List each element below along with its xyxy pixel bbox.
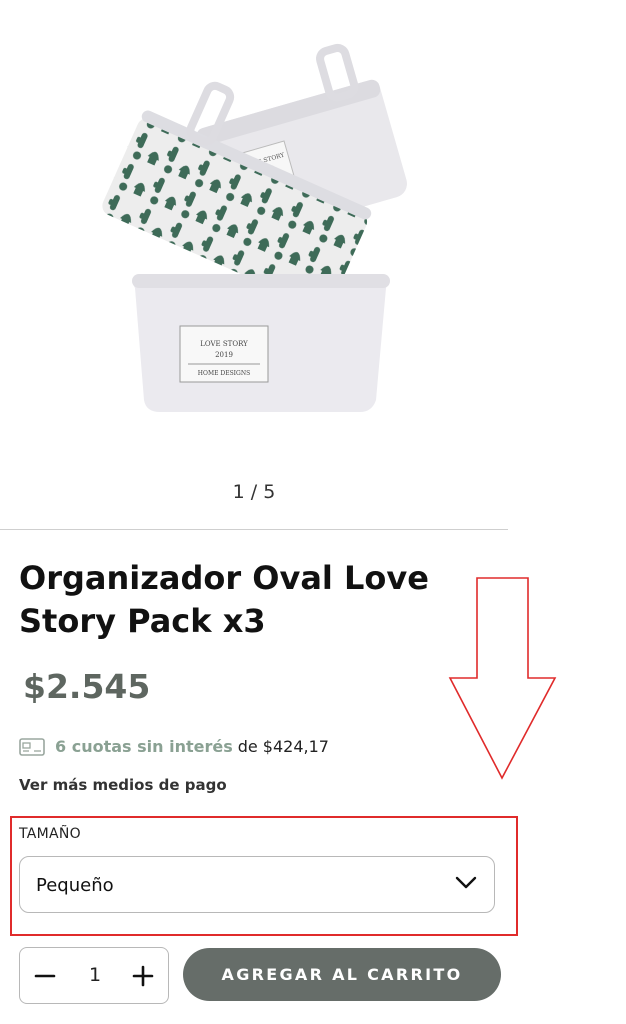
product-gallery[interactable]: LOVE STORY 2019 LOVE STORY 2019 HOME DES… <box>0 0 508 530</box>
gallery-divider <box>0 529 508 530</box>
product-title: Organizador Oval Love Story Pack x3 <box>19 559 429 640</box>
front-label-line2: 2019 <box>215 351 233 359</box>
front-label-line1: LOVE STORY <box>200 340 248 348</box>
installments-amount: de $424,17 <box>237 737 329 756</box>
installments-info: 6 cuotas sin interés de $424,17 <box>19 737 329 756</box>
size-label: TAMAÑO <box>19 826 81 842</box>
size-selected-value: Pequeño <box>36 875 114 896</box>
plus-icon[interactable] <box>132 965 154 987</box>
size-select[interactable]: Pequeño <box>19 856 495 913</box>
chevron-down-icon <box>455 876 477 889</box>
more-payment-methods-link[interactable]: Ver más medios de pago <box>19 776 227 794</box>
product-image[interactable]: LOVE STORY 2019 LOVE STORY 2019 HOME DES… <box>80 30 440 430</box>
down-arrow-annotation <box>448 577 557 780</box>
gallery-counter: 1 / 5 <box>232 481 276 503</box>
installments-strong: 6 cuotas sin interés <box>55 737 233 756</box>
card-icon <box>19 737 45 756</box>
quantity-stepper[interactable]: 1 <box>19 947 169 1004</box>
product-price: $2.545 <box>23 667 151 706</box>
front-label-line3: HOME DESIGNS <box>198 370 250 377</box>
add-to-cart-button[interactable]: AGREGAR AL CARRITO <box>183 948 501 1001</box>
